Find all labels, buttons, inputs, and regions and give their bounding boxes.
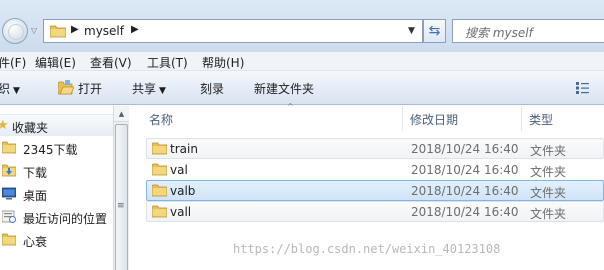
folder-icon (152, 205, 167, 218)
grip-icon: ≡ (117, 201, 125, 211)
file-name: train (170, 142, 198, 156)
command-bar: 织 ▼ 打开 共享 ▼ 刻录 新建文件夹 (0, 71, 604, 105)
menu-bar: 件(F) 编辑(E) 查看(V) 工具(T) 帮助(H) (0, 52, 604, 71)
open-button[interactable]: 打开 (78, 80, 102, 97)
column-header-name[interactable]: ^ 名称 (146, 102, 403, 131)
nav-item-label: 2345下载 (23, 143, 78, 157)
nav-item-label: 下载 (23, 166, 48, 180)
file-row-valb[interactable]: valb 2018/10/24 16:40 文件夹 (146, 180, 604, 201)
folder-icon (50, 25, 66, 38)
watermark: https://blog.csdn.net/weixin_40123108 (233, 242, 501, 256)
nav-item-downloads[interactable]: 下载 (0, 160, 113, 182)
scrollbar-thumb[interactable] (115, 124, 128, 270)
refresh-button[interactable]: ⇆ (423, 19, 446, 43)
folder-icon (152, 184, 167, 197)
column-header-type[interactable]: 类型 (522, 106, 604, 131)
chevron-down-icon: ▼ (13, 86, 20, 96)
nav-item-label: 桌面 (23, 189, 48, 203)
new-folder-button[interactable]: 新建文件夹 (254, 80, 314, 97)
view-options-icon[interactable] (576, 82, 592, 94)
address-bar[interactable]: ▶ myself ▶ ▼ (43, 19, 423, 43)
sort-ascending-icon: ^ (287, 102, 294, 111)
star-icon: ★ (0, 118, 9, 133)
nav-favorites[interactable]: ★ 收藏夹 (0, 114, 113, 136)
file-type: 文件夹 (530, 186, 567, 200)
share-label: 共享 (132, 82, 157, 96)
nav-scrollbar[interactable]: ▲ ≡ (113, 106, 129, 270)
address-dropdown-icon[interactable]: ▼ (408, 26, 415, 36)
file-type: 文件夹 (530, 144, 567, 158)
nav-item-label: 最近访问的位置 (23, 212, 108, 226)
file-row-val[interactable]: val 2018/10/24 16:40 文件夹 (146, 159, 604, 180)
organize-button[interactable]: 织 ▼ (0, 80, 20, 97)
file-name: val (170, 163, 188, 177)
folder-icon (152, 142, 167, 155)
menu-view[interactable]: 查看(V) (90, 54, 132, 71)
open-folder-icon (58, 80, 74, 95)
file-type: 文件夹 (530, 165, 567, 179)
menu-help[interactable]: 帮助(H) (202, 54, 244, 71)
file-modified: 2018/10/24 16:40 (411, 163, 519, 177)
file-modified: 2018/10/24 16:40 (411, 205, 519, 219)
file-modified: 2018/10/24 16:40 (411, 184, 519, 198)
folder-icon (2, 233, 16, 246)
file-modified: 2018/10/24 16:40 (411, 142, 519, 156)
file-type: 文件夹 (530, 207, 567, 221)
download-folder-icon (2, 164, 16, 177)
nav-item-desktop[interactable]: 桌面 (0, 183, 113, 205)
recent-places-icon (2, 210, 16, 223)
nav-item-recent-places[interactable]: 最近访问的位置 (0, 206, 113, 228)
search-placeholder: 搜索 myself (465, 26, 533, 40)
breadcrumb-myself[interactable]: myself (84, 24, 124, 38)
navigation-pane: ★ 收藏夹 2345下载 下载 桌面 最近访问的位置 心衰 (0, 106, 113, 270)
burn-button[interactable]: 刻录 (200, 80, 224, 97)
folder-icon (152, 163, 167, 176)
column-label: 类型 (529, 113, 554, 127)
organize-label: 织 (0, 82, 11, 96)
nav-item-label: 心衰 (23, 235, 48, 249)
nav-favorites-label: 收藏夹 (12, 121, 49, 135)
search-input[interactable]: 搜索 myself (452, 19, 604, 43)
file-name: valb (170, 184, 196, 198)
explorer-window: ▽ ▶ myself ▶ ▼ ⇆ 搜索 myself 件(F) 编辑(E) 查看… (0, 0, 604, 270)
column-label: 名称 (149, 113, 174, 127)
nav-item-2345download[interactable]: 2345下载 (0, 137, 113, 159)
share-button[interactable]: 共享 ▼ (132, 80, 166, 97)
file-name: vall (170, 205, 192, 219)
back-button[interactable] (2, 18, 28, 44)
file-row-vall[interactable]: vall 2018/10/24 16:40 文件夹 (146, 201, 604, 222)
recent-pages-dropdown[interactable]: ▽ (31, 26, 37, 35)
scroll-up-icon[interactable]: ▲ (114, 106, 129, 122)
menu-file[interactable]: 件(F) (0, 54, 26, 71)
menu-tools[interactable]: 工具(T) (147, 54, 188, 71)
breadcrumb-chevron-icon[interactable]: ▶ (71, 24, 79, 35)
column-header-modified[interactable]: 修改日期 (403, 106, 522, 131)
chevron-down-icon: ▼ (159, 86, 166, 96)
refresh-icon: ⇆ (428, 23, 441, 39)
file-row-train[interactable]: train 2018/10/24 16:40 文件夹 (146, 138, 604, 159)
menu-edit[interactable]: 编辑(E) (35, 54, 76, 71)
breadcrumb-chevron-icon[interactable]: ▶ (131, 24, 139, 35)
folder-icon (2, 141, 16, 154)
address-row: ▽ ▶ myself ▶ ▼ ⇆ 搜索 myself (0, 0, 604, 52)
column-label: 修改日期 (410, 113, 459, 127)
nav-item-xinshuai[interactable]: 心衰 (0, 229, 113, 251)
desktop-icon (2, 187, 16, 200)
